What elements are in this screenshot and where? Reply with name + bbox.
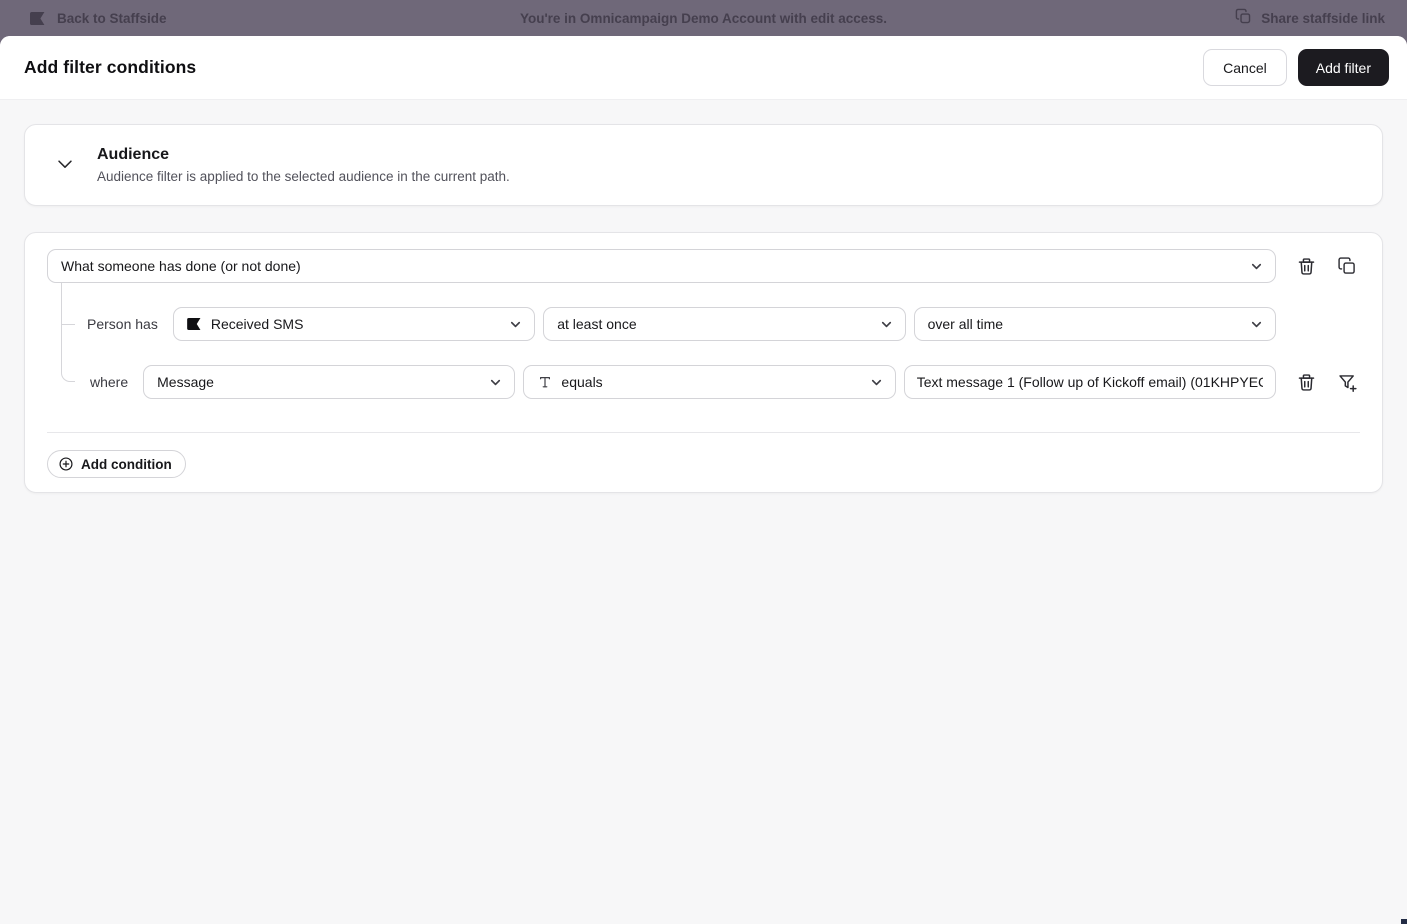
- audience-section-card: Audience Audience filter is applied to t…: [24, 124, 1383, 206]
- trash-icon: [1296, 372, 1317, 393]
- copy-link-icon: [1235, 8, 1252, 28]
- event-select[interactable]: Received SMS: [172, 307, 536, 341]
- chevron-down-icon: [488, 375, 503, 390]
- add-condition-button[interactable]: Add condition: [47, 450, 186, 478]
- event-criteria-row: Person has Received SMS at least once ov…: [47, 307, 1360, 341]
- operator-select-value: equals: [561, 374, 603, 390]
- timeframe-select-value: over all time: [927, 316, 1004, 332]
- modal-title: Add filter conditions: [24, 57, 197, 77]
- cancel-button[interactable]: Cancel: [1203, 49, 1287, 86]
- frequency-select-value: at least once: [557, 316, 637, 332]
- brand-flag-icon: [30, 11, 47, 25]
- timeframe-select[interactable]: over all time: [913, 307, 1276, 341]
- add-condition-label: Add condition: [81, 456, 172, 472]
- chevron-down-icon: [1249, 259, 1264, 274]
- duplicate-condition-button[interactable]: [1335, 254, 1359, 278]
- brand-flag-icon: [186, 318, 203, 330]
- add-property-filter-button[interactable]: [1335, 370, 1359, 394]
- where-label: where: [90, 374, 129, 390]
- event-select-value: Received SMS: [210, 316, 304, 332]
- card-divider: [47, 432, 1360, 433]
- chevron-down-icon: [54, 153, 76, 178]
- share-staffside-link-label: Share staffside link: [1261, 10, 1385, 26]
- text-type-icon: [537, 374, 553, 390]
- condition-type-select[interactable]: What someone has done (or not done): [47, 249, 1276, 283]
- chevron-down-icon: [869, 375, 884, 390]
- modal-body: Audience Audience filter is applied to t…: [0, 100, 1407, 493]
- audience-text-block: Audience Audience filter is applied to t…: [97, 146, 510, 184]
- audience-collapse-toggle[interactable]: [52, 152, 78, 178]
- app-topbar: Back to Staffside You're in Omnicampaign…: [0, 0, 1407, 36]
- chevron-down-icon: [508, 317, 523, 332]
- condition-type-row: What someone has done (or not done): [47, 249, 1360, 283]
- operator-select[interactable]: equals: [523, 365, 896, 399]
- corner-artifact: [1401, 919, 1407, 924]
- filter-condition-card: What someone has done (or not done) Pers…: [24, 232, 1383, 493]
- add-filter-conditions-modal: Add filter conditions Cancel Add filter …: [0, 36, 1407, 924]
- add-filter-button[interactable]: Add filter: [1297, 49, 1389, 86]
- back-to-staffside-button[interactable]: Back to Staffside: [30, 11, 167, 26]
- share-staffside-link-button[interactable]: Share staffside link: [1235, 8, 1385, 28]
- property-select-value: Message: [157, 374, 214, 390]
- trash-icon: [1296, 256, 1317, 277]
- chevron-down-icon: [1249, 317, 1264, 332]
- chevron-down-icon: [879, 317, 894, 332]
- account-context-banner: You're in Omnicampaign Demo Account with…: [519, 10, 888, 26]
- plus-circle-icon: [58, 456, 74, 472]
- delete-property-filter-button[interactable]: [1294, 370, 1318, 394]
- back-to-staffside-label: Back to Staffside: [57, 10, 167, 26]
- audience-title: Audience: [97, 146, 170, 163]
- audience-description: Audience filter is applied to the select…: [97, 169, 510, 184]
- property-filter-row: where Message equals: [47, 365, 1360, 399]
- modal-header: Add filter conditions Cancel Add filter: [0, 36, 1407, 100]
- condition-type-select-value: What someone has done (or not done): [61, 258, 301, 274]
- delete-condition-button[interactable]: [1294, 254, 1318, 278]
- property-select[interactable]: Message: [143, 365, 516, 399]
- modal-header-actions: Cancel Add filter: [1203, 49, 1389, 86]
- copy-icon: [1337, 256, 1357, 276]
- frequency-select[interactable]: at least once: [543, 307, 906, 341]
- filter-plus-icon: [1337, 372, 1358, 393]
- value-input[interactable]: [903, 365, 1276, 399]
- person-has-label: Person has: [87, 316, 158, 332]
